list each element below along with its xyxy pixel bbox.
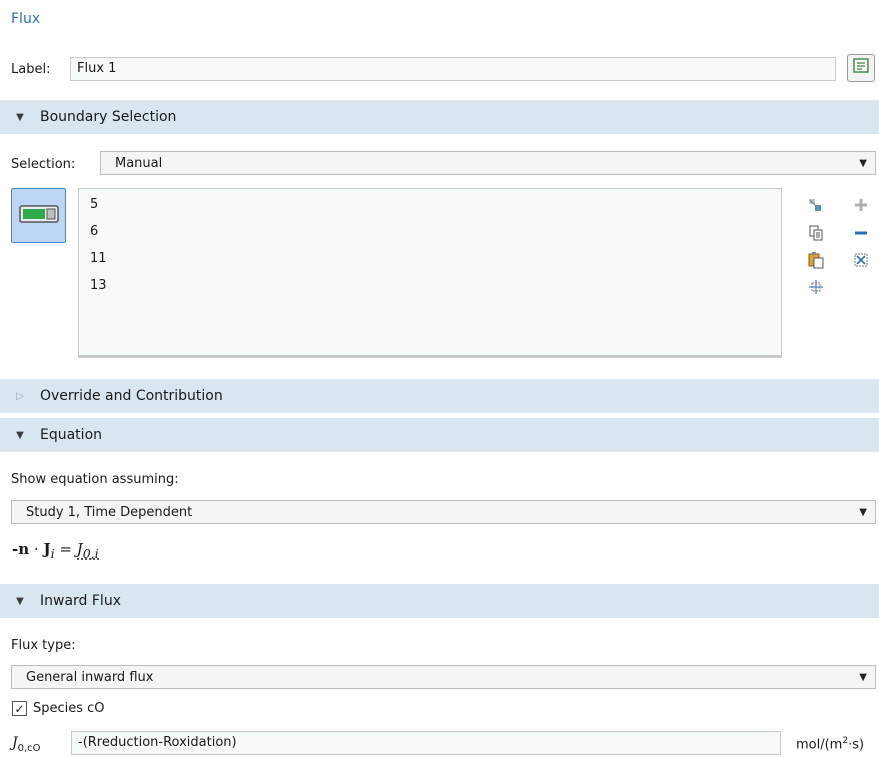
selection-caption: Selection: <box>11 157 76 172</box>
select-from-graphics-icon[interactable] <box>806 196 824 214</box>
section-inward-flux[interactable]: ▼ Inward Flux <box>0 584 879 618</box>
section-override-contribution[interactable]: ▷ Override and Contribution <box>0 379 879 413</box>
flux-expression-field[interactable]: -(Rreduction-Roxidation) <box>71 731 781 755</box>
zoom-to-selection-icon[interactable] <box>807 278 825 296</box>
comment-icon <box>852 57 870 79</box>
checkmark-icon: ✓ <box>14 701 25 716</box>
remove-icon[interactable] <box>852 224 870 242</box>
species-checkbox[interactable]: ✓ <box>12 701 27 716</box>
flux-type-dropdown[interactable]: General inward flux ▼ <box>11 665 876 689</box>
list-item[interactable]: 6 <box>90 224 98 239</box>
settings-window: Flux Label: Flux 1 ▼ Boundary Selection … <box>0 0 879 758</box>
selection-value: Manual <box>115 155 163 171</box>
flux-symbol: J0,cO <box>12 735 41 754</box>
add-icon[interactable] <box>852 196 870 214</box>
chevron-down-icon: ▼ <box>859 506 867 518</box>
study-value: Study 1, Time Dependent <box>26 504 193 520</box>
clear-selection-icon[interactable] <box>852 251 870 269</box>
chevron-down-icon: ▼ <box>859 671 867 683</box>
section-title: Inward Flux <box>40 593 121 609</box>
section-title: Override and Contribution <box>40 388 223 404</box>
section-equation[interactable]: ▼ Equation <box>0 418 879 452</box>
species-label: Species cO <box>33 701 105 716</box>
expanded-triangle-icon: ▼ <box>16 595 24 607</box>
toggle-active-icon <box>18 204 59 228</box>
copy-icon[interactable] <box>807 224 825 242</box>
section-title: Boundary Selection <box>40 109 177 125</box>
collapsed-triangle-icon: ▷ <box>16 390 24 402</box>
list-item[interactable]: 5 <box>90 197 98 212</box>
paste-icon[interactable] <box>807 251 825 269</box>
label-caption: Label: <box>11 62 51 77</box>
section-title: Equation <box>40 427 103 443</box>
expanded-triangle-icon: ▼ <box>16 111 24 123</box>
list-item[interactable]: 13 <box>90 278 107 293</box>
study-dropdown[interactable]: Study 1, Time Dependent ▼ <box>11 500 876 524</box>
section-boundary-selection[interactable]: ▼ Boundary Selection <box>0 100 879 134</box>
page-title: Flux <box>11 11 41 27</box>
selection-active-toggle[interactable] <box>11 188 66 243</box>
selection-dropdown[interactable]: Manual ▼ <box>100 151 876 175</box>
flux-type-caption: Flux type: <box>11 638 76 653</box>
flux-unit: mol/(m2·s) <box>796 736 865 753</box>
list-item[interactable]: 11 <box>90 251 107 266</box>
expanded-triangle-icon: ▼ <box>16 429 24 441</box>
label-field[interactable]: Flux 1 <box>70 57 836 81</box>
equation-caption: Show equation assuming: <box>11 472 179 487</box>
label-comment-button[interactable] <box>847 54 875 82</box>
boundary-equation: -n · Ji = J0,i <box>12 540 99 561</box>
flux-type-value: General inward flux <box>26 669 154 685</box>
chevron-down-icon: ▼ <box>859 157 867 169</box>
selection-list[interactable]: 5 6 11 13 <box>78 188 782 358</box>
